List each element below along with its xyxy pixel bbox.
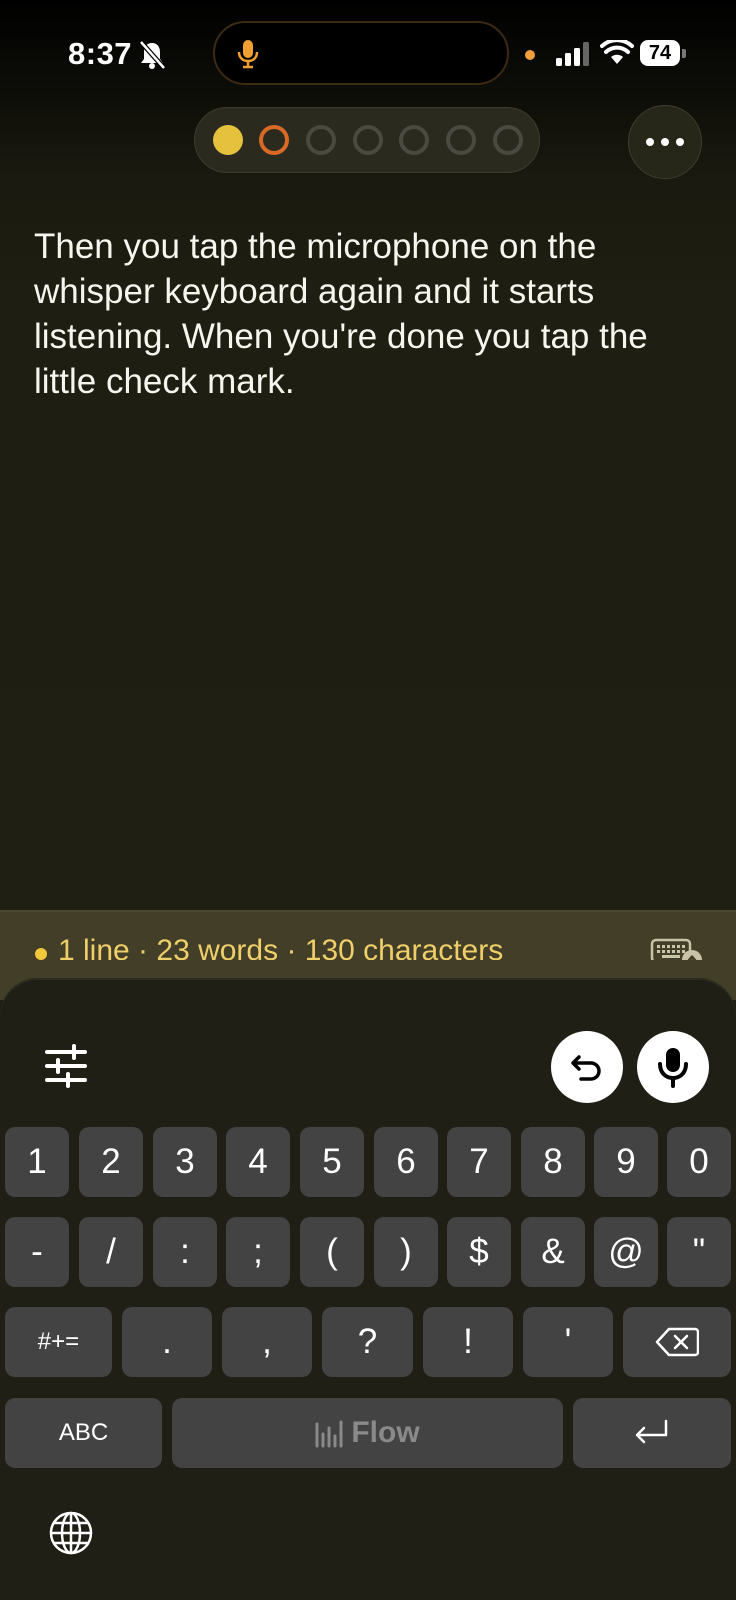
page-dot-3[interactable]: [306, 125, 336, 155]
battery-indicator: 74: [640, 40, 686, 68]
more-options-button[interactable]: [628, 105, 702, 179]
status-bar: 8:37 74: [0, 0, 736, 100]
battery-level: 74: [640, 40, 680, 66]
key-3[interactable]: 3: [153, 1127, 217, 1197]
space-bar[interactable]: Flow: [172, 1398, 563, 1468]
page-dot-6[interactable]: [446, 125, 476, 155]
dynamic-island: [213, 21, 509, 85]
key-close-paren[interactable]: ): [374, 1217, 438, 1287]
backspace-icon: [655, 1327, 699, 1357]
key-9[interactable]: 9: [594, 1127, 658, 1197]
key-colon[interactable]: :: [153, 1217, 217, 1287]
key-7[interactable]: 7: [447, 1127, 511, 1197]
key-1[interactable]: 1: [5, 1127, 69, 1197]
key-semicolon[interactable]: ;: [226, 1217, 290, 1287]
page-dot-5[interactable]: [399, 125, 429, 155]
key-0[interactable]: 0: [667, 1127, 731, 1197]
key-quote[interactable]: ": [667, 1217, 731, 1287]
privacy-indicator-dot: [525, 50, 535, 60]
key-5[interactable]: 5: [300, 1127, 364, 1197]
status-time: 8:37: [68, 36, 133, 71]
microphone-active-icon: [237, 40, 259, 69]
key-exclamation[interactable]: !: [423, 1307, 513, 1377]
key-abc[interactable]: ABC: [5, 1398, 162, 1468]
keyboard-panel: [0, 978, 736, 1600]
page-dot-4[interactable]: [353, 125, 383, 155]
microphone-icon: [658, 1048, 688, 1088]
silent-bell-icon: [139, 40, 166, 70]
space-bar-label: Flow: [315, 1416, 420, 1450]
key-question[interactable]: ?: [322, 1307, 413, 1377]
key-ampersand[interactable]: &: [521, 1217, 585, 1287]
waveform-icon: [315, 1420, 343, 1448]
sliders-settings-icon[interactable]: [44, 1044, 88, 1088]
key-4[interactable]: 4: [226, 1127, 290, 1197]
return-icon: [635, 1419, 668, 1444]
page-dot-1[interactable]: [213, 125, 243, 155]
key-more-symbols[interactable]: #+=: [5, 1307, 112, 1377]
key-8[interactable]: 8: [521, 1127, 585, 1197]
cellular-signal-icon: [556, 42, 589, 66]
page-indicator[interactable]: [194, 107, 540, 173]
battery-tip: [682, 49, 686, 58]
backspace-key[interactable]: [623, 1307, 731, 1377]
more-dot-icon: [646, 138, 654, 146]
globe-icon[interactable]: [48, 1510, 94, 1556]
key-period[interactable]: .: [122, 1307, 212, 1377]
key-comma[interactable]: ,: [222, 1307, 312, 1377]
page-dot-7[interactable]: [493, 125, 523, 155]
key-6[interactable]: 6: [374, 1127, 438, 1197]
stats-status-dot: [35, 948, 47, 960]
undo-icon: [571, 1055, 601, 1081]
more-dot-icon: [676, 138, 684, 146]
key-hyphen[interactable]: -: [5, 1217, 69, 1287]
key-at[interactable]: @: [594, 1217, 658, 1287]
space-bar-text: Flow: [351, 1416, 420, 1449]
key-dollar[interactable]: $: [447, 1217, 511, 1287]
key-slash[interactable]: /: [79, 1217, 143, 1287]
key-apostrophe[interactable]: ': [523, 1307, 613, 1377]
page-dot-2[interactable]: [259, 125, 289, 155]
wifi-icon: [600, 40, 634, 64]
more-dot-icon: [661, 138, 669, 146]
dictation-microphone-button[interactable]: [637, 1031, 709, 1103]
return-key[interactable]: [573, 1398, 731, 1468]
key-open-paren[interactable]: (: [300, 1217, 364, 1287]
undo-button[interactable]: [551, 1031, 623, 1103]
key-2[interactable]: 2: [79, 1127, 143, 1197]
document-text[interactable]: Then you tap the microphone on the whisp…: [34, 224, 714, 404]
